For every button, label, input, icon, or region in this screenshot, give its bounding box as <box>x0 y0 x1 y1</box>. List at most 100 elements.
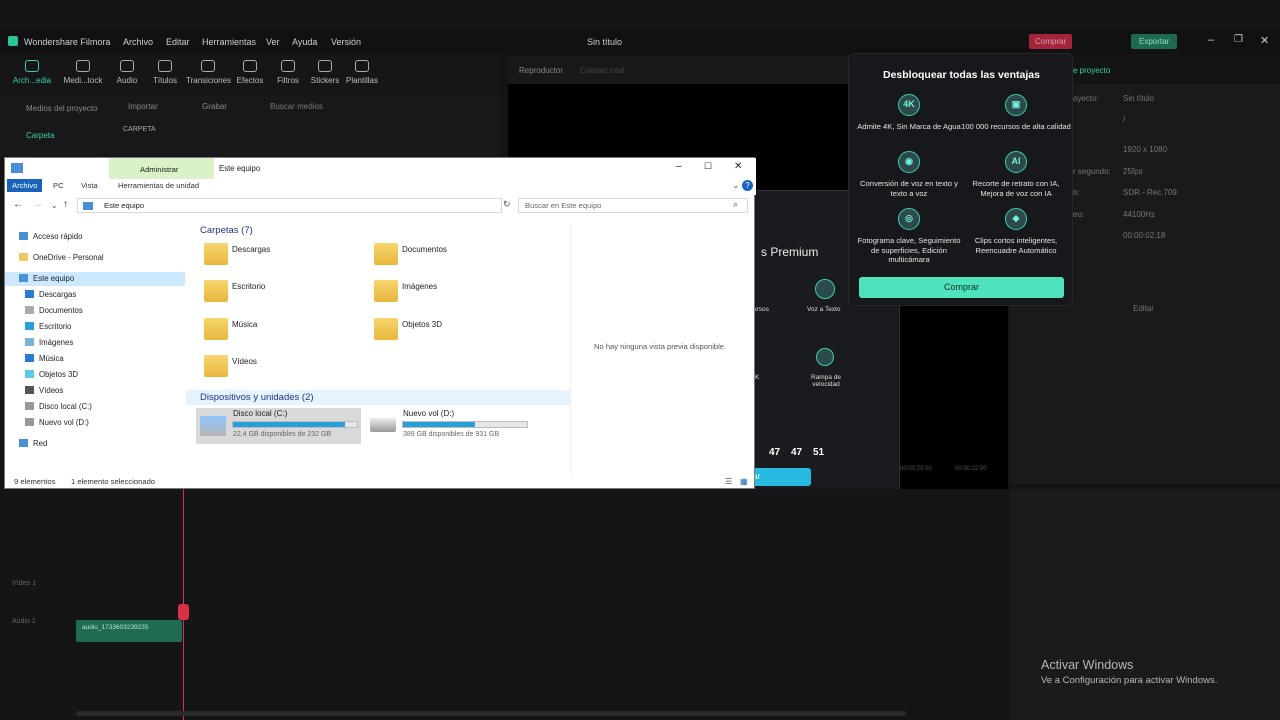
star-icon <box>19 232 28 240</box>
tool-stock[interactable]: Medi...tock <box>61 60 105 85</box>
maximize-icon[interactable]: ❐ <box>1234 34 1243 45</box>
close-icon[interactable]: ✕ <box>1260 34 1269 47</box>
tool-label: Medi...tock <box>63 76 103 85</box>
nav-drive-c[interactable]: Disco local (C:) <box>25 402 92 411</box>
premium-title: s Premium <box>761 245 819 259</box>
nav-drive-d[interactable]: Nuevo vol (D:) <box>25 418 89 427</box>
tab-herramientas[interactable]: Herramientas de unidad <box>118 181 199 190</box>
nav-label: Este equipo <box>33 274 75 283</box>
menu-ayuda[interactable]: Ayuda <box>292 37 317 47</box>
app-name: Wondershare Filmora <box>24 37 111 47</box>
folder-label: Vídeos <box>232 357 257 366</box>
forward-icon[interactable]: → <box>33 199 43 210</box>
tick-label: 00:00:22:00 <box>955 466 987 472</box>
close-icon[interactable]: ✕ <box>734 161 742 172</box>
upsell-buy-button[interactable]: Comprar <box>859 277 1064 298</box>
address-text: Este equipo <box>104 201 145 210</box>
refresh-icon[interactable]: ↻ <box>503 199 511 210</box>
quality-select[interactable]: Calidad total <box>580 66 624 75</box>
project-tab[interactable]: e proyecto <box>1073 66 1110 75</box>
clip-name: audio_1733603239235 <box>82 624 149 631</box>
nav-pane: Acceso rápido OneDrive - Personal Este e… <box>5 225 185 477</box>
tool-media[interactable]: Arch...edia <box>10 60 54 85</box>
tiles-view-icon[interactable]: ▦ <box>740 477 748 486</box>
folder-pictures[interactable]: Imágenes <box>374 280 438 302</box>
ai-icon: AI <box>1005 151 1027 173</box>
playhead-handle[interactable] <box>178 604 189 620</box>
minimize-icon[interactable]: – <box>676 161 682 172</box>
menu-archivo[interactable]: Archivo <box>123 37 153 47</box>
filmora-titlebar: Wondershare Filmora Archivo Editar Herra… <box>0 30 1280 54</box>
search-icon[interactable]: ⌕ <box>733 199 738 210</box>
tool-transitions[interactable]: Transiciones <box>186 60 231 85</box>
help-icon[interactable]: ? <box>742 180 753 191</box>
tool-templates[interactable]: Plantillas <box>340 60 384 85</box>
nav-3d[interactable]: Objetos 3D <box>25 370 78 379</box>
nav-documents[interactable]: Documentos <box>25 306 83 315</box>
search-input[interactable]: Buscar en Este equipo <box>518 198 748 213</box>
timeline-scrollbar[interactable] <box>76 711 906 716</box>
recent-icon[interactable]: ⌄ <box>51 201 58 210</box>
drive-d[interactable]: Nuevo vol (D:) 389 GB disponibles de 931… <box>366 408 531 444</box>
drive-icon <box>25 418 34 426</box>
record-button[interactable]: Grabar <box>202 102 227 111</box>
manage-tab[interactable]: Administrar <box>140 165 178 174</box>
folder-videos[interactable]: Vídeos <box>204 355 257 377</box>
audio-clip[interactable]: audio_1733603239235 <box>76 620 182 642</box>
import-button[interactable]: Importar <box>128 102 158 111</box>
folder-music[interactable]: Música <box>204 318 257 340</box>
tab-pc[interactable]: PC <box>53 181 64 190</box>
nav-downloads[interactable]: Descargas <box>25 290 76 299</box>
camera-icon: ◎ <box>898 208 920 230</box>
feature-text: Recorte de retrato con IA, Mejora de voz… <box>972 179 1060 198</box>
tool-titles[interactable]: Títulos <box>143 60 187 85</box>
speed-icon <box>816 348 834 366</box>
back-icon[interactable]: ← <box>13 199 23 210</box>
tool-label: Efectos <box>236 76 264 85</box>
media-search-input[interactable]: Buscar medios <box>270 102 323 111</box>
drive-usage-fill <box>233 422 345 427</box>
premium-resources: ursos <box>753 306 769 313</box>
nav-onedrive[interactable]: OneDrive - Personal <box>19 253 104 262</box>
feature-resources: ▣ 100 000 recursos de alta calidad <box>961 94 1071 132</box>
folder-desktop[interactable]: Escritorio <box>204 280 266 302</box>
image-icon: ▣ <box>1005 94 1027 116</box>
tool-label: Stickers <box>310 76 340 85</box>
nav-network[interactable]: Red <box>19 439 47 448</box>
menu-herramientas[interactable]: Herramientas <box>202 37 256 47</box>
project-media-label[interactable]: Medios del proyecto <box>26 104 98 113</box>
folder-label: Escritorio <box>232 282 266 291</box>
folder-3d[interactable]: Objetos 3D <box>374 318 442 340</box>
tab-archivo[interactable]: Archivo <box>7 179 43 192</box>
devices-header[interactable]: Dispositivos y unidades (2) <box>200 392 314 403</box>
nav-this-pc[interactable]: Este equipo <box>5 272 185 286</box>
details-view-icon[interactable]: ☰ <box>725 477 732 486</box>
nav-pictures[interactable]: Imágenes <box>25 338 73 347</box>
nav-videos[interactable]: Vídeos <box>25 386 63 395</box>
chevron-down-icon[interactable]: ⌄ <box>732 180 740 191</box>
folder-downloads[interactable]: Descargas <box>204 243 270 265</box>
folders-header[interactable]: Carpetas (7) <box>200 225 253 236</box>
pc-small-icon <box>83 202 93 210</box>
up-icon[interactable]: ↑ <box>63 199 68 210</box>
folder-documents[interactable]: Documentos <box>374 243 447 265</box>
menu-version[interactable]: Versión <box>331 37 361 47</box>
folder-item[interactable]: Carpeta <box>26 131 54 140</box>
effects-icon <box>243 60 257 72</box>
drive-c[interactable]: Disco local (C:) 22,4 GB disponibles de … <box>196 408 361 444</box>
buy-button[interactable]: Comprar <box>1029 34 1073 49</box>
export-button[interactable]: Exportar <box>1131 34 1178 49</box>
tab-vista[interactable]: Vista <box>81 181 98 190</box>
minimize-icon[interactable]: – <box>1208 34 1214 46</box>
nav-desktop[interactable]: Escritorio <box>25 322 72 331</box>
folder-icon <box>374 318 398 340</box>
menu-editar[interactable]: Editar <box>166 37 190 47</box>
maximize-icon[interactable]: ☐ <box>704 161 712 172</box>
edit-button[interactable]: Editar <box>1133 304 1154 313</box>
nav-quick-access[interactable]: Acceso rápido <box>19 232 82 241</box>
folder-label: Imágenes <box>402 282 438 291</box>
address-bar[interactable]: Este equipo <box>77 198 502 213</box>
nav-music[interactable]: Música <box>25 354 64 363</box>
menu-ver[interactable]: Ver <box>266 37 280 47</box>
drive-usage-bar <box>402 421 528 428</box>
